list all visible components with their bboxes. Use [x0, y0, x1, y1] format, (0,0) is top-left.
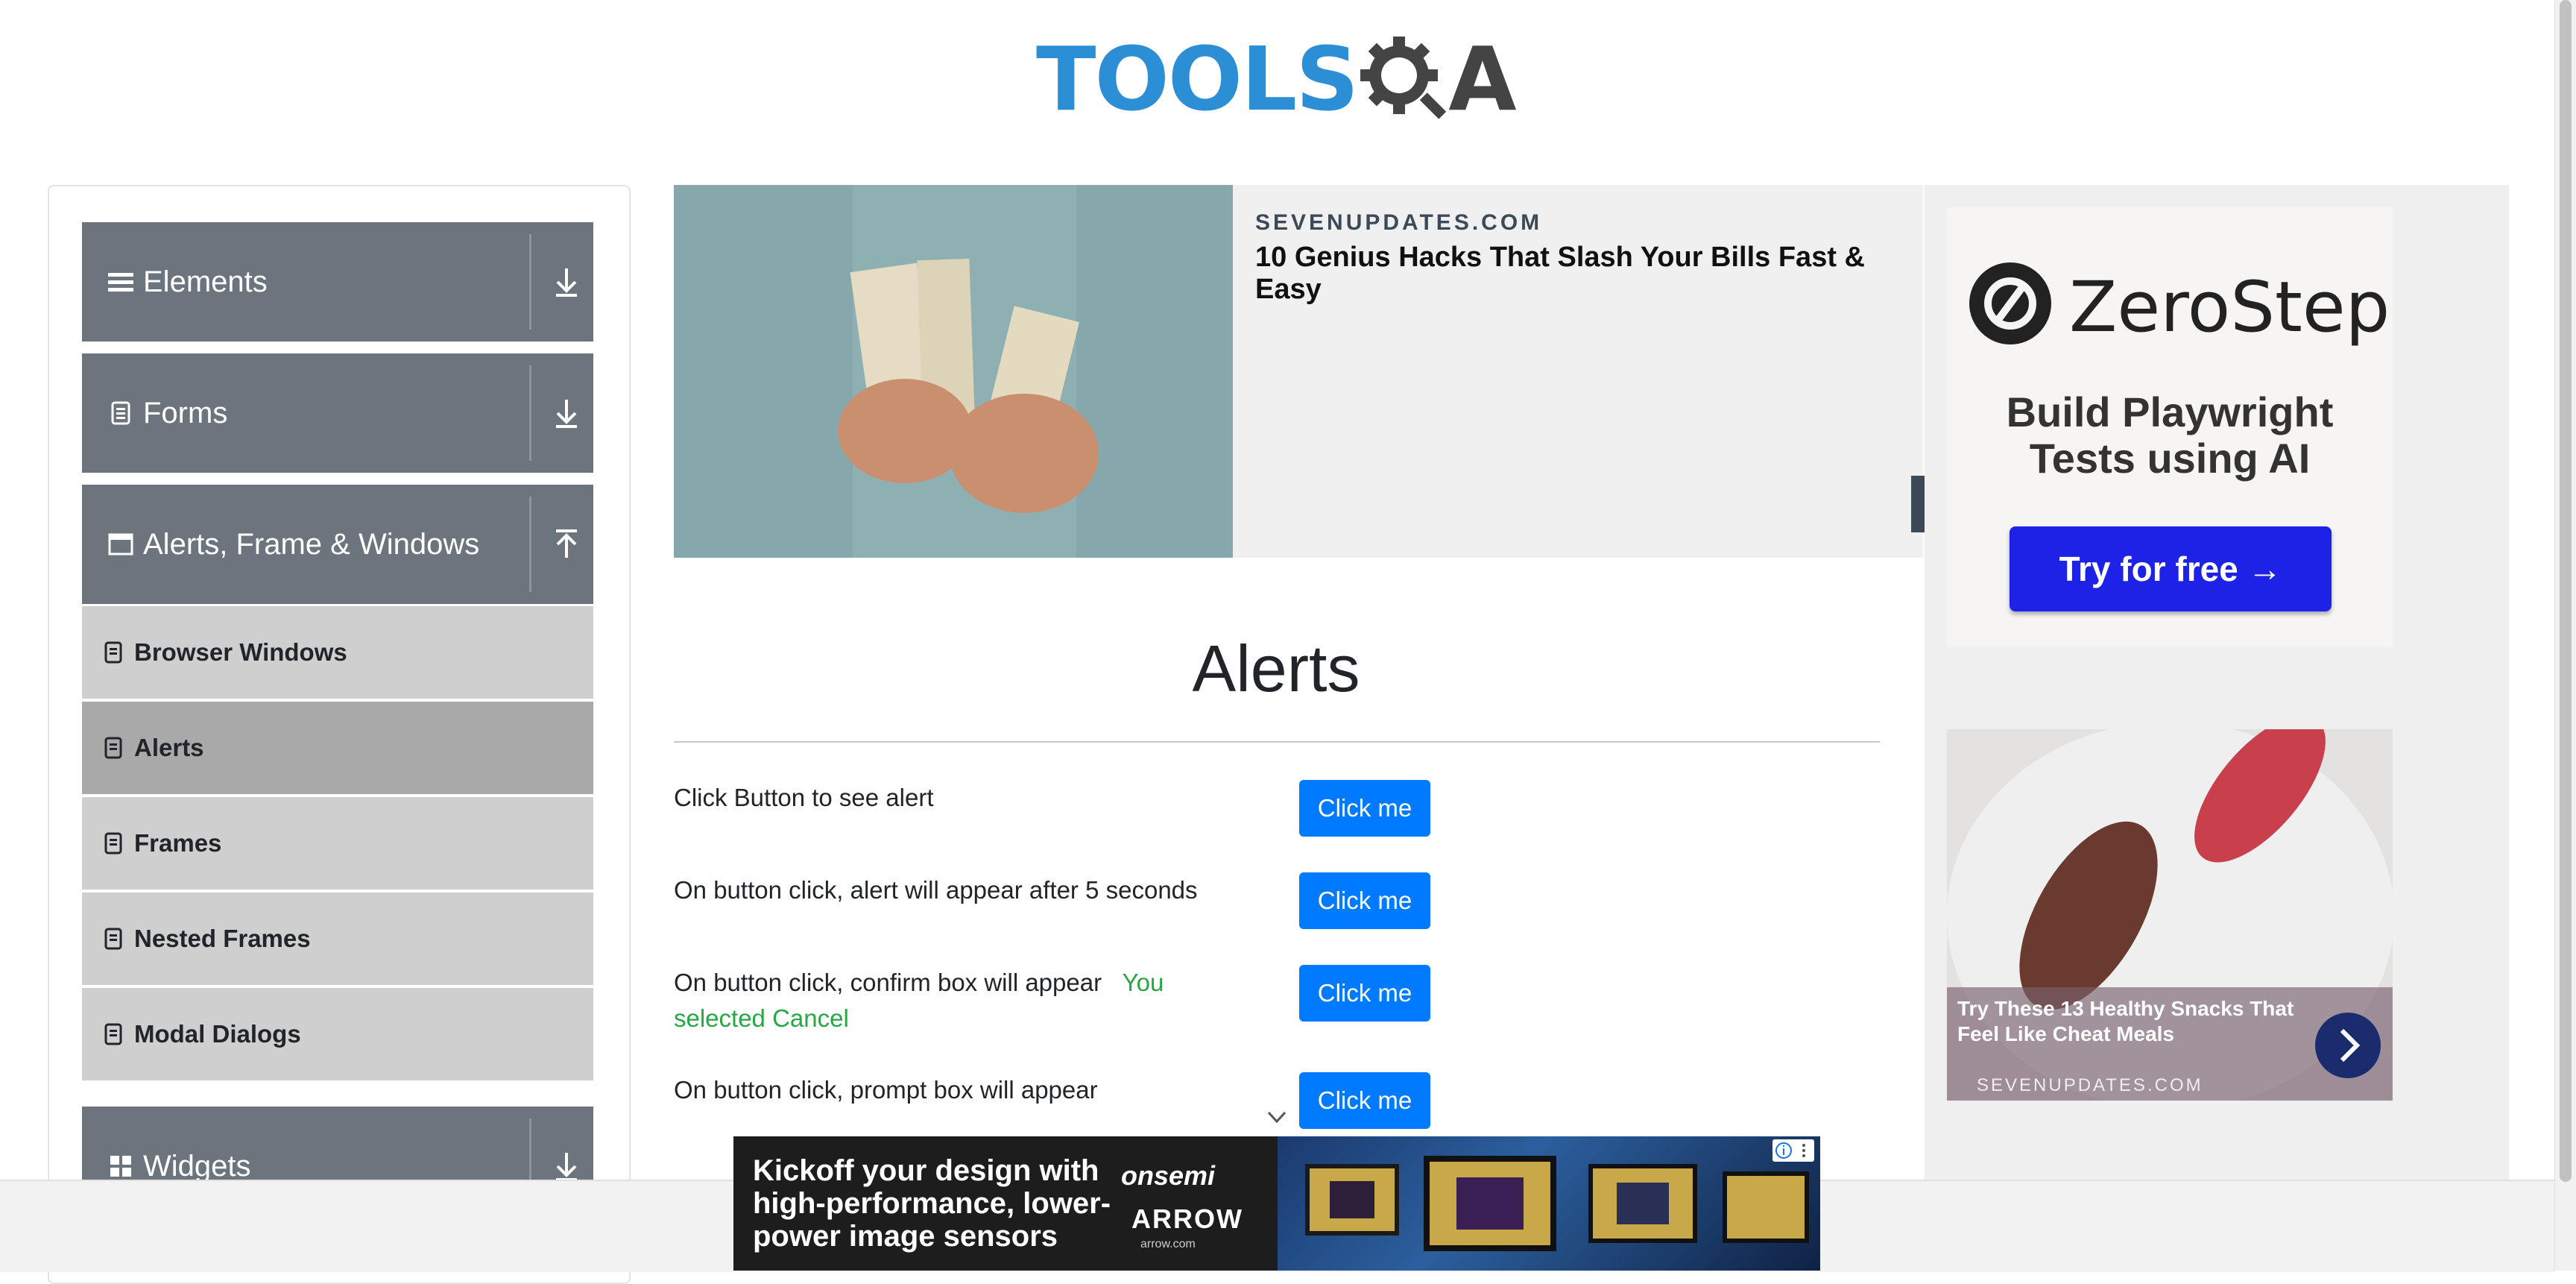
- alert-row-label: Click Button to see alert: [674, 784, 934, 811]
- prompt-button[interactable]: Click me: [1299, 1072, 1430, 1129]
- sidebar-group-forms[interactable]: Forms: [82, 353, 593, 473]
- sidebar-group-elements[interactable]: Elements: [82, 222, 593, 342]
- sidebar-item-modal-dialogs[interactable]: Modal Dialogs: [82, 986, 593, 1080]
- title-divider: [674, 741, 1880, 743]
- sidebar-group-label: Forms: [143, 396, 228, 429]
- confirm-row-label: On button click, confirm box will appear…: [674, 965, 1225, 1036]
- onsemi-logo: onsemi: [1121, 1160, 1216, 1191]
- snack-ad[interactable]: Try These 13 Healthy Snacks That Feel Li…: [1947, 729, 2393, 1101]
- expand-down-icon[interactable]: [552, 264, 581, 300]
- scrollbar-thumb[interactable]: [2560, 0, 2572, 1182]
- sidebar-item-label: Browser Windows: [134, 638, 347, 666]
- sidebar-item-label: Alerts: [134, 734, 204, 761]
- grid-icon: [107, 1153, 134, 1180]
- sidebar-item-alerts[interactable]: Alerts: [82, 699, 593, 794]
- zerostep-brand: ZeroStep: [2069, 267, 2390, 348]
- sidebar: Elements Forms Alerts, Frame & Windows B…: [48, 185, 631, 1284]
- expand-down-icon[interactable]: [552, 1148, 581, 1184]
- sidebar-item-frames[interactable]: Frames: [82, 795, 593, 890]
- logo-tools-text: TOOLS: [1036, 28, 1359, 130]
- try-for-free-button[interactable]: Try for free →: [2010, 526, 2332, 611]
- separator: [529, 497, 531, 592]
- sidebar-item-label: Modal Dialogs: [134, 1020, 301, 1048]
- ad-photo-money: [674, 185, 1233, 558]
- arrow-logo: ARROW: [1131, 1203, 1243, 1234]
- sidebar-group-label: Elements: [143, 265, 268, 298]
- page-title: Alerts: [1192, 632, 1360, 705]
- zerostep-ad[interactable]: ZeroStep Build Playwright Tests using AI…: [1947, 207, 2393, 647]
- arrow-url: arrow.com: [1140, 1238, 1196, 1250]
- vertical-scrollbar[interactable]: [2554, 0, 2576, 1271]
- sidebar-group-label: Widgets: [143, 1149, 251, 1183]
- toolsqa-logo[interactable]: TOOLS A: [1036, 21, 1528, 137]
- snack-caption-text: Try These 13 Healthy Snacks That Feel Li…: [1957, 997, 2294, 1045]
- chevron-right-icon: [2340, 1028, 2361, 1063]
- document-icon: [104, 832, 122, 855]
- zerostep-tagline-line1: Build Playwright: [2006, 388, 2334, 435]
- sidebar-item-label: Frames: [134, 829, 222, 857]
- top-advertisement[interactable]: SEVENUPDATES.COM 10 Genius Hacks That Sl…: [674, 185, 1925, 558]
- alert-button[interactable]: Click me: [1299, 780, 1430, 837]
- separator: [529, 234, 531, 330]
- timer-alert-row-label: On button click, alert will appear after…: [674, 876, 1198, 904]
- document-icon: [104, 737, 122, 759]
- bottom-ad-text: Kickoff your design with high-performanc…: [753, 1154, 1111, 1253]
- confirm-button[interactable]: Click me: [1299, 965, 1430, 1022]
- snack-caption-panel: Try These 13 Healthy Snacks That Feel Li…: [1947, 987, 2393, 1101]
- window-icon: [107, 531, 134, 558]
- snack-source: SEVENUPDATES.COM: [1977, 1075, 2203, 1095]
- bottom-advertisement[interactable]: Kickoff your design with high-performanc…: [733, 1136, 1820, 1271]
- hamburger-icon: [107, 268, 134, 295]
- document-icon: [104, 641, 122, 664]
- document-icon: [104, 1023, 122, 1045]
- sidebar-item-browser-windows[interactable]: Browser Windows: [82, 604, 593, 699]
- ad-headline[interactable]: 10 Genius Hacks That Slash Your Bills Fa…: [1255, 242, 1923, 306]
- chevron-down-icon[interactable]: [1267, 1110, 1287, 1124]
- zerostep-logo-icon: [1969, 262, 2051, 344]
- image-sensor-chips-photo: [1278, 1136, 1820, 1271]
- sidebar-item-label: Nested Frames: [134, 925, 311, 952]
- logo-gear-magnifier-icon: [1359, 35, 1447, 123]
- next-arrow-button[interactable]: [2315, 1013, 2381, 1078]
- timer-alert-button[interactable]: Click me: [1299, 872, 1430, 929]
- collapse-up-icon[interactable]: [552, 526, 581, 562]
- document-icon: [104, 928, 122, 950]
- expand-down-icon[interactable]: [552, 395, 581, 431]
- zerostep-tagline: Build Playwright Tests using AI: [1947, 389, 2393, 482]
- sidebar-item-nested-frames[interactable]: Nested Frames: [82, 890, 593, 985]
- sidebar-group-alerts-frame-windows[interactable]: Alerts, Frame & Windows: [82, 485, 593, 604]
- sidebar-group-label: Alerts, Frame & Windows: [143, 527, 480, 561]
- zerostep-tagline-line2: Tests using AI: [2029, 435, 2311, 482]
- logo-a-text: A: [1448, 28, 1516, 130]
- document-icon: [107, 400, 134, 427]
- ad-button-edge[interactable]: [1911, 476, 1925, 532]
- right-advertisement-column: ZeroStep Build Playwright Tests using AI…: [1925, 185, 2509, 1271]
- ad-info-icon[interactable]: [1772, 1139, 1814, 1162]
- confirm-row-text: On button click, confirm box will appear: [674, 969, 1102, 996]
- ad-source: SEVENUPDATES.COM: [1255, 210, 1543, 235]
- separator: [529, 365, 531, 461]
- prompt-row-label: On button click, prompt box will appear: [674, 1076, 1098, 1104]
